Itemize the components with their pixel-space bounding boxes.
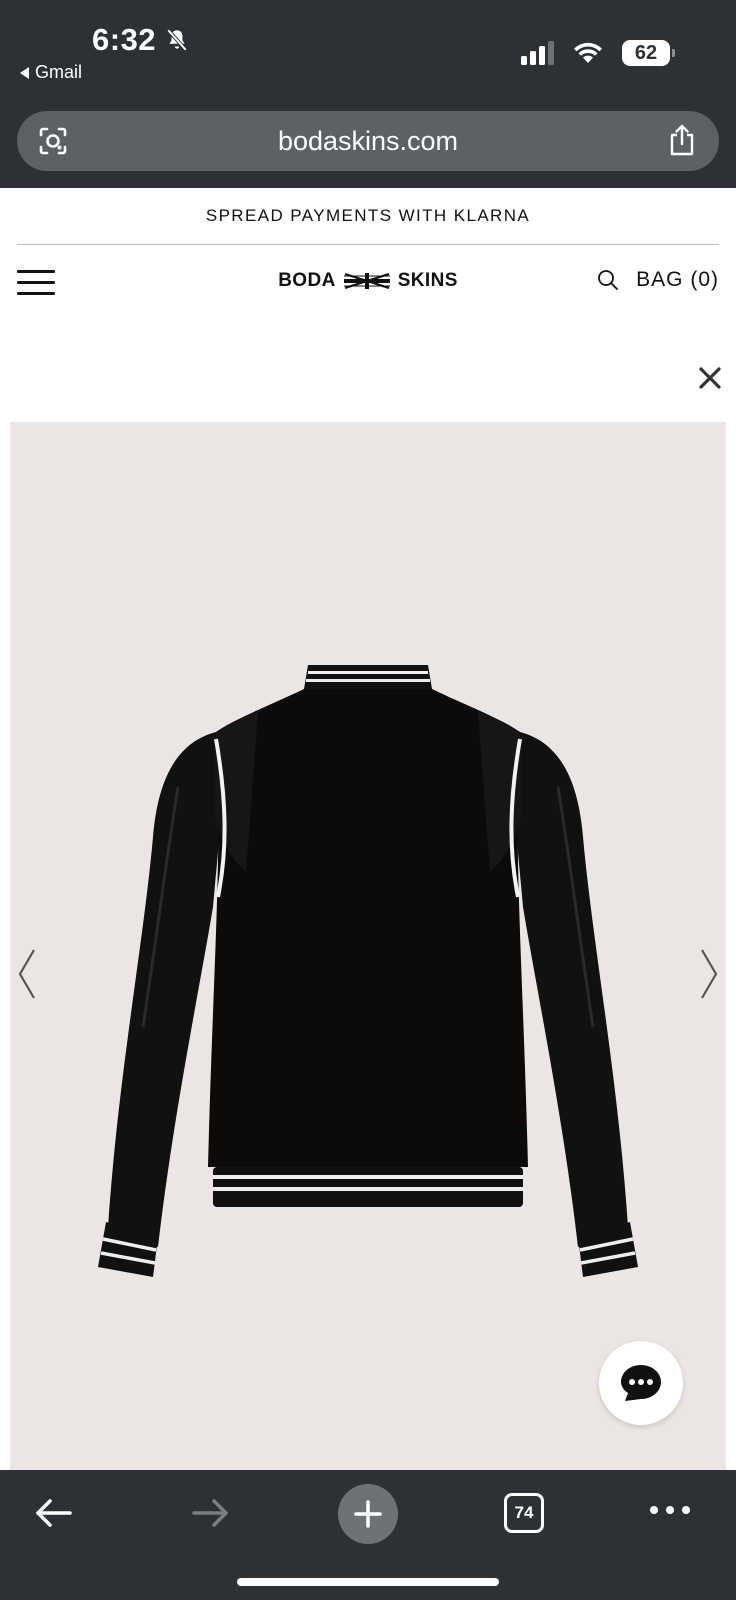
union-jack-icon [343, 273, 390, 289]
chat-button[interactable] [599, 1341, 683, 1425]
plus-icon [354, 1500, 382, 1528]
product-image-gallery[interactable] [10, 422, 726, 1470]
bell-off-icon [166, 28, 188, 52]
chat-icon [621, 1365, 661, 1401]
chevron-right-icon[interactable] [696, 948, 722, 1000]
more-icon[interactable] [650, 1506, 690, 1514]
browser-toolbar: 74 [0, 1470, 736, 1600]
wifi-icon [574, 42, 602, 63]
chevron-left-icon[interactable] [14, 948, 40, 1000]
battery-icon: 62 [622, 40, 675, 66]
search-icon[interactable] [596, 268, 620, 292]
browser-top-chrome: 6:32 Gmail 62 bodaskins.com [0, 0, 736, 188]
status-time-row: 6:32 [92, 22, 190, 58]
battery-level: 62 [634, 41, 658, 64]
url-text: bodaskins.com [277, 126, 459, 156]
tabs-count: 74 [514, 1503, 534, 1522]
tabs-button[interactable]: 74 [504, 1493, 544, 1533]
site-nav: BODA SKINS BAG (0) [0, 248, 736, 320]
logo-word-right: SKINS [397, 270, 458, 291]
new-tab-button[interactable] [338, 1484, 398, 1544]
header-divider [17, 244, 719, 245]
address-bar[interactable]: bodaskins.com [17, 111, 719, 171]
home-indicator[interactable] [237, 1578, 499, 1586]
promo-banner[interactable]: SPREAD PAYMENTS WITH KLARNA [0, 188, 736, 244]
nav-actions: BAG (0) [596, 268, 719, 292]
back-to-app-link[interactable]: Gmail [20, 62, 82, 83]
back-arrow-icon[interactable] [34, 1496, 74, 1530]
logo-word-left: BODA [278, 270, 336, 291]
forward-arrow-icon[interactable] [190, 1496, 230, 1530]
signal-icon [521, 41, 554, 65]
status-time: 6:32 [92, 22, 157, 57]
status-indicators: 62 [521, 40, 675, 66]
product-image-jacket [98, 665, 638, 1277]
back-app-label: Gmail [35, 62, 83, 82]
bag-link[interactable]: BAG (0) [636, 268, 719, 292]
close-icon[interactable] [696, 364, 724, 392]
share-icon[interactable] [667, 123, 697, 157]
back-triangle-icon [20, 66, 29, 79]
